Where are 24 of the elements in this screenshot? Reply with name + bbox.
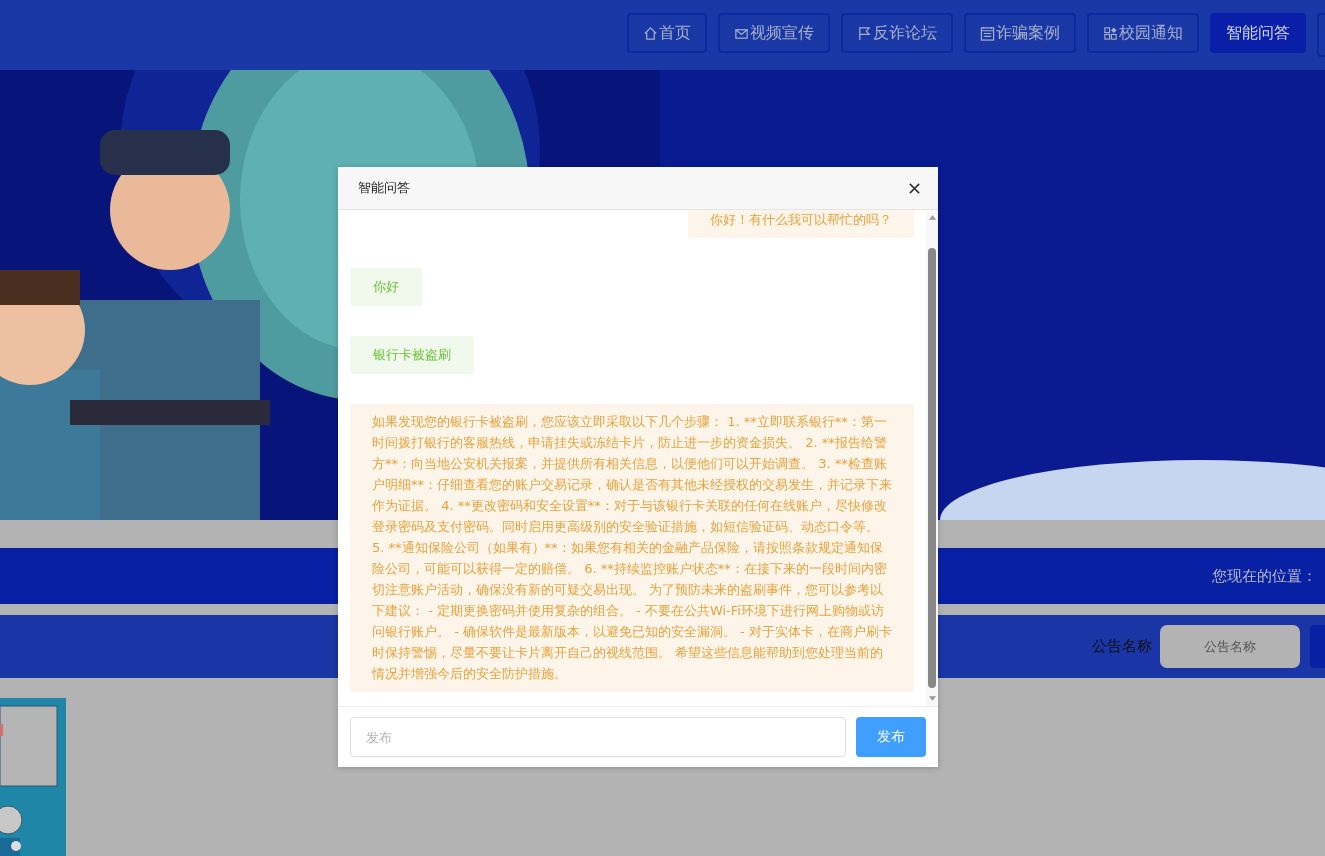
calendar-icon xyxy=(980,25,995,41)
nav-tab[interactable]: 首页 xyxy=(627,13,707,53)
nav-tab[interactable]: 校园通知 xyxy=(1087,13,1199,53)
breadcrumb-label: 您现在的位置： xyxy=(1212,566,1317,586)
filter-label: 公告名称 xyxy=(1092,637,1152,656)
user-message: 银行卡被盗刷 xyxy=(350,336,474,374)
bot-message: 如果发现您的银行卡被盗刷，您应该立即采取以下几个步骤： 1. **立即联系银行**：第一时间拨打银行的客服热线，申请挂失或冻结卡片，防止进一步的资金损失。 2. **报告给警方**：向当地公安机关报案，并提供所有相关信息，以便他们可以开始调查。 3. **检查账户明细**：仔细查看您的账户交易记录，确认是否有其他未经授权的交易发生，并记录下来作为证据。 4. **更改密码和安全设置**：对于与该银行卡关联的任何在线账户，尽快修改登录密码及支付密码。同时启用更高级别的安全验证措施，如短信验证码、动态口令等。 5. **通知保险公司（如果有）**：如果您有相关的金融产品保险，请按照条款规定通知保险公司，可能可以获得一定的赔偿。 6. **持续监控账户状态**：在接下来的一段时间内密切注意账户活动，确保没有新的可疑交易出现。 为了预防未来的盗刷事件，您可以参考以下建议： - 定期更换密码并使用复杂的组合。 - 不要在公共Wi-Fi环境下进行网上购物或访问银行账户。 - 确保软件是最新版本，以避免已知的安全漏洞。 - 对于实体卡，在商户刷卡时保持警惕，尽量不要让卡片离开自己的视线范围。 希望这些信息能帮助到您处理当前的情况并增强今后的安全防护措施。 xyxy=(350,404,914,692)
scroll-down-icon[interactable] xyxy=(927,696,937,702)
flag-icon xyxy=(857,25,872,41)
nav-tab[interactable]: 智能问答 xyxy=(1210,13,1306,53)
home-icon xyxy=(643,25,658,41)
close-icon[interactable] xyxy=(908,181,921,195)
grid-icon xyxy=(1103,25,1118,41)
message-input[interactable]: 发布 xyxy=(350,717,846,757)
nav-tab[interactable]: 诈骗案例 xyxy=(964,13,1076,53)
send-button[interactable]: 发布 xyxy=(856,717,926,757)
nav-tab[interactable]: 视频宣传 xyxy=(718,13,830,53)
scroll-up-icon[interactable] xyxy=(927,214,937,220)
nav-tab[interactable]: 反诈论坛 xyxy=(841,13,953,53)
notice-name-field[interactable]: 公告名称 xyxy=(1160,625,1300,668)
scrollbar[interactable] xyxy=(926,210,938,706)
user-message: 你好 xyxy=(350,268,422,306)
dialog-title: 智能问答 xyxy=(358,179,410,197)
bot-message: 你好！有什么我可以帮忙的吗？ xyxy=(688,210,914,238)
